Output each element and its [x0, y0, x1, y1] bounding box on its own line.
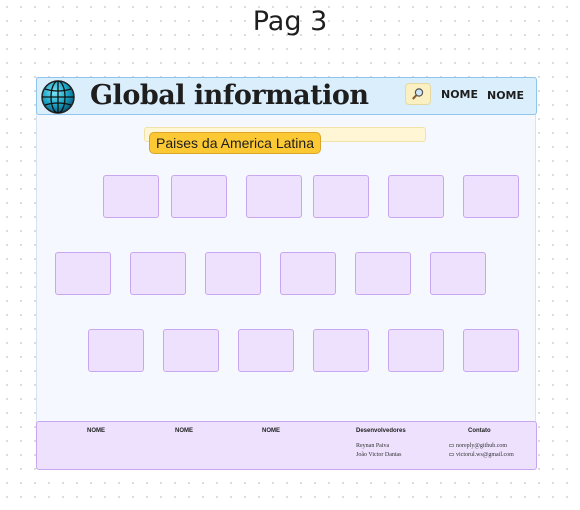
country-card[interactable]: [246, 175, 302, 218]
header-bar: Global information NOME NOME: [36, 77, 537, 115]
country-card[interactable]: [171, 175, 227, 218]
country-card[interactable]: [388, 329, 444, 372]
country-card[interactable]: [388, 175, 444, 218]
country-card[interactable]: [313, 329, 369, 372]
section-title: Paises da America Latina: [149, 132, 321, 154]
footer-column-2[interactable]: NOME: [175, 428, 193, 434]
footer-column-1[interactable]: NOME: [87, 428, 105, 434]
country-card[interactable]: [55, 252, 111, 295]
magnifier-icon: [412, 88, 424, 100]
country-card[interactable]: [463, 329, 519, 372]
search-button[interactable]: [405, 83, 431, 105]
contact-email-text: noreply@github.com: [456, 443, 508, 449]
contact-email-text: victorul.ws@gmail.com: [456, 452, 514, 458]
country-card[interactable]: [130, 252, 186, 295]
developer-name: João Victor Dantas: [356, 452, 402, 458]
mail-icon: [449, 444, 454, 448]
developer-name: Reynan Paiva: [356, 443, 390, 449]
footer-developers-heading: Desenvolvedores: [356, 428, 406, 434]
country-card[interactable]: [355, 252, 411, 295]
contact-email[interactable]: victorul.ws@gmail.com: [449, 452, 514, 458]
contact-email[interactable]: noreply@github.com: [449, 443, 507, 449]
site-title: Global information: [90, 80, 369, 111]
country-card[interactable]: [103, 175, 159, 218]
nav-link-1[interactable]: NOME: [441, 88, 478, 101]
page-label: Pag 3: [252, 6, 328, 37]
country-card[interactable]: [88, 329, 144, 372]
country-card[interactable]: [238, 329, 294, 372]
country-card[interactable]: [313, 175, 369, 218]
country-card[interactable]: [280, 252, 336, 295]
country-card[interactable]: [163, 329, 219, 372]
footer-contact-heading: Contato: [468, 428, 491, 434]
country-card[interactable]: [463, 175, 519, 218]
footer-column-3[interactable]: NOME: [262, 428, 280, 434]
country-card[interactable]: [430, 252, 486, 295]
globe-icon[interactable]: [39, 78, 77, 115]
footer: NOME NOME NOME Desenvolvedores Contato R…: [36, 421, 537, 470]
mail-icon: [449, 453, 454, 457]
country-card[interactable]: [205, 252, 261, 295]
nav-link-2[interactable]: NOME: [487, 89, 524, 102]
